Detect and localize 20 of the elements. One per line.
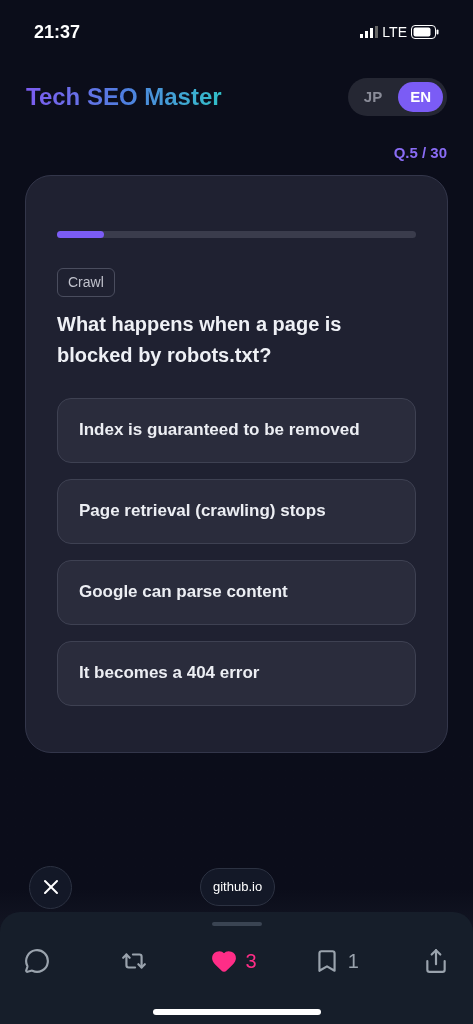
sheet-handle[interactable] xyxy=(211,922,262,926)
share-icon xyxy=(423,948,449,974)
answer-option[interactable]: It becomes a 404 error xyxy=(57,640,416,706)
bookmark-button[interactable]: 1 xyxy=(313,946,359,976)
answer-option[interactable]: Page retrieval (crawling) stops xyxy=(57,478,416,544)
question-text: What happens when a page is blocked by robots.txt? xyxy=(57,311,343,368)
signal-icon xyxy=(360,26,379,38)
answer-option[interactable]: Index is guaranteed to be removed xyxy=(57,397,416,463)
count-label: 3 xyxy=(245,949,257,974)
clock: 21:37 xyxy=(34,20,81,44)
answer-option[interactable]: Google can parse content xyxy=(57,559,416,625)
comment-icon xyxy=(24,948,50,974)
category-tag: Crawl xyxy=(57,267,115,297)
question-counter: Q.5 / 30 xyxy=(393,143,447,163)
language-tab[interactable]: EN xyxy=(398,82,443,112)
language-tab[interactable]: JP xyxy=(351,82,395,112)
count-label: 1 xyxy=(347,949,359,974)
like-button[interactable]: 3 xyxy=(211,946,257,976)
network-label: LTE xyxy=(382,22,407,42)
battery-icon xyxy=(411,25,439,39)
